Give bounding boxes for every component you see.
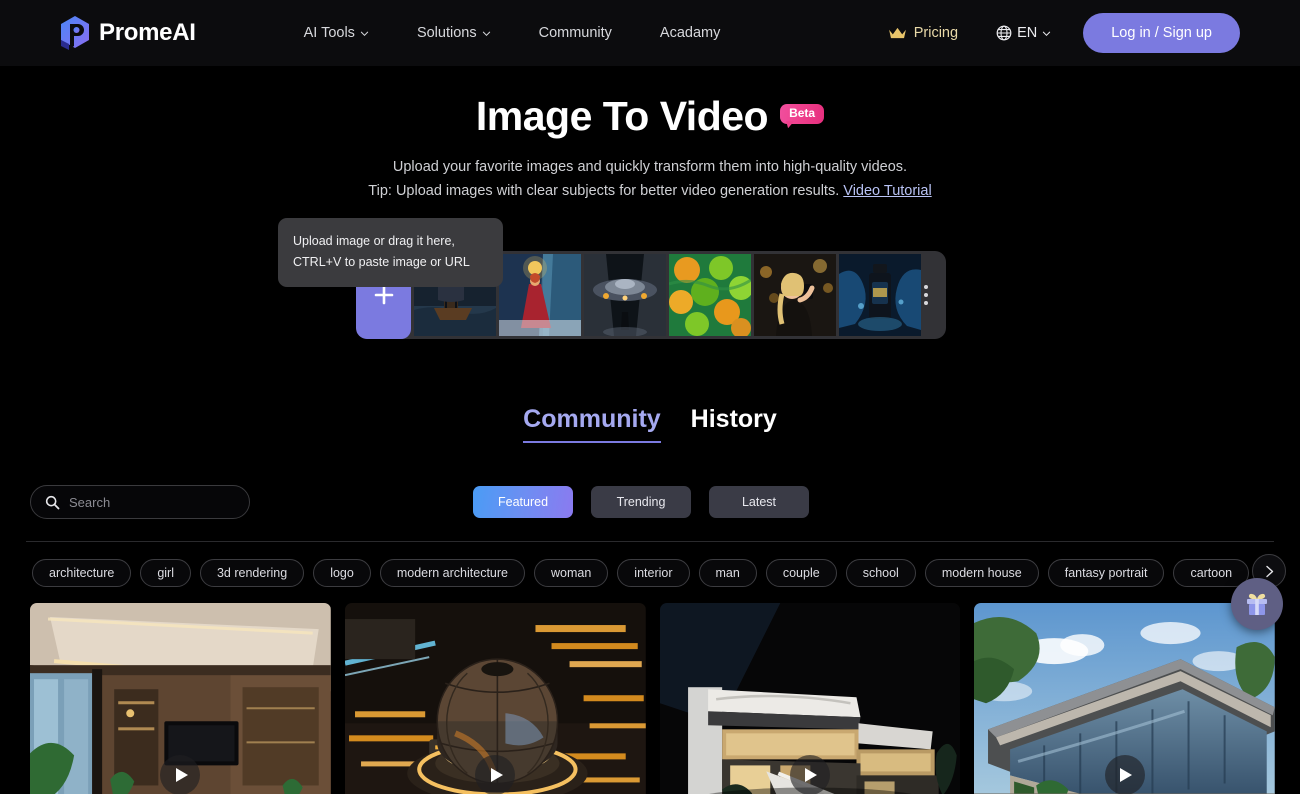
search-icon [45, 495, 60, 510]
dot [924, 285, 928, 290]
search-input[interactable] [69, 494, 235, 510]
tooltip-line-2: CTRL+V to paste image or URL [293, 255, 470, 270]
tag-chip[interactable]: woman [534, 559, 609, 588]
language-selector[interactable]: EN [980, 17, 1067, 49]
beta-badge: Beta [780, 104, 825, 125]
tag-chip[interactable]: man [698, 559, 757, 588]
hero-section: Image To Video Beta Upload your favorite… [0, 66, 1300, 203]
nav-label: Solutions [416, 25, 477, 41]
content-tabs: Community History [0, 405, 1300, 444]
tag-chip[interactable]: 3d rendering [199, 559, 305, 588]
tag-chip[interactable]: modern house [924, 559, 1039, 588]
video-card-scifi-dome-city[interactable] [344, 603, 646, 794]
tag-chip[interactable]: interior [617, 559, 690, 588]
play-button[interactable] [160, 755, 201, 794]
thumbnail-perfume-bottle[interactable] [839, 254, 921, 337]
hero-subtitle-line1: Upload your favorite images and quickly … [392, 159, 908, 176]
gift-icon [1247, 593, 1267, 615]
tag-chip[interactable]: modern architecture [379, 559, 525, 588]
login-signup-button[interactable]: Log in / Sign up [1083, 13, 1240, 53]
filter-latest-button[interactable]: Latest [709, 486, 809, 519]
play-icon [490, 768, 503, 783]
video-gallery [0, 587, 1300, 794]
upload-zone: Upload image or drag it here, CTRL+V to … [0, 213, 1300, 343]
chevron-down-icon [360, 31, 369, 36]
pricing-label: Pricing [913, 25, 959, 41]
play-icon [1120, 768, 1133, 783]
hero-subtitle-line2: Tip: Upload images with clear subjects f… [0, 179, 1300, 203]
play-button[interactable] [475, 755, 516, 794]
tag-chip[interactable]: girl [140, 559, 191, 588]
dot [924, 293, 928, 298]
thumbnail-spaceship-corridor[interactable] [584, 254, 666, 337]
gift-floating-button[interactable] [1231, 578, 1283, 630]
thumbnail-green-fruits[interactable] [669, 254, 751, 337]
play-button[interactable] [789, 755, 830, 794]
globe-icon [996, 25, 1012, 41]
tag-filter-row: architecture girl 3d rendering logo mode… [0, 542, 1300, 589]
play-icon [175, 768, 188, 783]
thumbnail-woman-phone[interactable] [754, 254, 836, 337]
nav-label: Community [538, 25, 612, 41]
page-title: Image To Video [475, 93, 769, 139]
dot [924, 301, 928, 306]
nav-item-solutions[interactable]: Solutions [393, 17, 515, 49]
tag-chip[interactable]: fantasy portrait [1047, 559, 1165, 588]
thumbnail-red-cape-figure[interactable] [499, 254, 581, 337]
header-actions: Pricing EN Log in / Sign up [872, 13, 1240, 53]
play-button[interactable] [1104, 755, 1145, 794]
filter-trending-button[interactable]: Trending [591, 486, 691, 519]
promeai-logo-icon [61, 16, 89, 50]
chevron-down-icon [1043, 31, 1051, 36]
app-header: PromeAI AI Tools Solutions Community Aca… [0, 0, 1300, 66]
hero-subtitle: Upload your favorite images and quickly … [0, 155, 1300, 203]
crown-icon [888, 27, 906, 39]
hero-tip-text: Tip: Upload images with clear subjects f… [368, 183, 844, 200]
video-tutorial-link[interactable]: Video Tutorial [843, 183, 931, 199]
nav-item-ai-tools[interactable]: AI Tools [280, 17, 393, 49]
language-label: EN [1017, 25, 1038, 41]
sort-filter-group: Featured Trending Latest [473, 486, 809, 519]
tag-chip[interactable]: couple [765, 559, 837, 588]
thumbnail-more-options-button[interactable] [924, 285, 928, 306]
nav-item-acadamy[interactable]: Acadamy [636, 17, 744, 49]
main-nav: AI Tools Solutions Community Acadamy [280, 17, 745, 49]
video-card-glass-house-daylight[interactable] [974, 603, 1275, 794]
nav-label: AI Tools [303, 25, 355, 41]
filter-row: Featured Trending Latest [0, 485, 1300, 520]
chevron-right-icon [1265, 565, 1273, 577]
brand-name: PromeAI [99, 19, 196, 46]
nav-item-community[interactable]: Community [515, 17, 636, 49]
filter-featured-button[interactable]: Featured [473, 486, 573, 519]
video-card-interior-living-room[interactable] [30, 603, 331, 794]
tab-history[interactable]: History [691, 405, 777, 443]
nav-label: Acadamy [659, 25, 721, 41]
hero-title-row: Image To Video Beta [0, 92, 1300, 141]
upload-tooltip: Upload image or drag it here, CTRL+V to … [278, 218, 503, 288]
pricing-link[interactable]: Pricing [872, 17, 974, 49]
tab-community[interactable]: Community [523, 405, 661, 444]
logo[interactable]: PromeAI [60, 16, 196, 50]
tooltip-line-1: Upload image or drag it here, [293, 234, 455, 249]
tag-chip[interactable]: logo [313, 559, 371, 588]
chevron-down-icon [482, 31, 490, 36]
play-icon [805, 768, 818, 783]
search-box[interactable] [30, 485, 250, 520]
video-card-white-villa-night[interactable] [659, 603, 961, 794]
tag-chip[interactable]: architecture [32, 559, 132, 588]
tag-chip[interactable]: school [845, 559, 916, 588]
tag-chip[interactable]: cartoon [1173, 559, 1250, 588]
